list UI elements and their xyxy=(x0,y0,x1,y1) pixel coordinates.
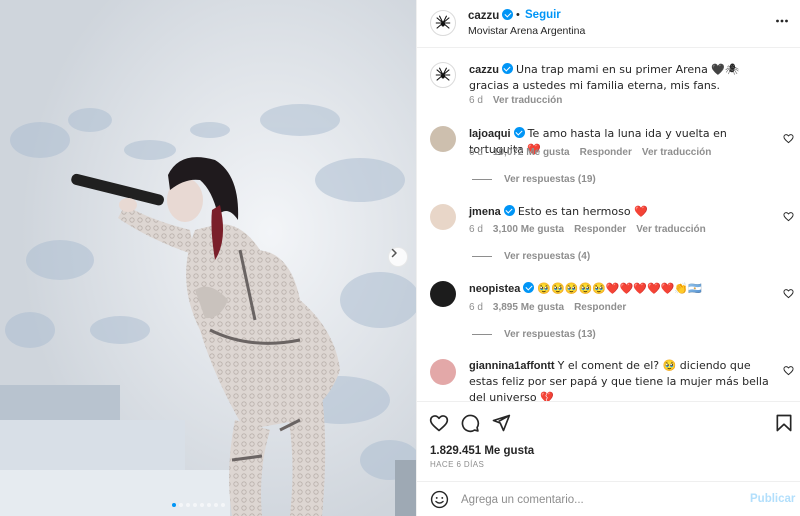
comment-text: neopistea 🥹🥹🥹🥹🥹❤️❤️❤️❤️❤️👏🇦🇷 xyxy=(469,281,769,297)
carousel-dot xyxy=(186,503,190,507)
view-replies-label: Ver respuestas (4) xyxy=(504,251,591,262)
replies-line xyxy=(472,179,492,180)
next-slide-button[interactable] xyxy=(388,247,408,267)
follow-button[interactable]: Seguir xyxy=(525,9,561,21)
more-options-button[interactable] xyxy=(775,14,789,31)
bookmark-icon[interactable] xyxy=(774,413,794,433)
carousel-dot xyxy=(221,503,225,507)
carousel-dot xyxy=(172,503,176,507)
reply-button[interactable]: Responder xyxy=(574,224,626,235)
comments-list[interactable]: cazzu Una trap mami en su primer Arena 🖤… xyxy=(417,49,800,401)
carousel-dot xyxy=(214,503,218,507)
separator-dot: • xyxy=(516,9,520,21)
comment-text: giannina1affontt Y el coment de el? 🥹 di… xyxy=(469,358,769,401)
concert-photo xyxy=(0,0,416,516)
chevron-right-icon xyxy=(391,248,397,258)
comment-content: Esto es tan hermoso ❤️ xyxy=(517,205,648,218)
send-icon[interactable] xyxy=(491,413,511,433)
reply-button[interactable]: Responder xyxy=(580,147,632,158)
caption-time[interactable]: 6 d xyxy=(469,95,483,106)
add-comment-bar: Publicar xyxy=(417,481,800,516)
comment-meta: 6 d 3,895 Me gusta Responder xyxy=(469,302,626,313)
see-translation-link[interactable]: Ver traducción xyxy=(642,147,711,158)
commenter-avatar[interactable] xyxy=(430,359,456,385)
comment-like-icon[interactable] xyxy=(783,133,794,144)
author-username[interactable]: cazzu xyxy=(468,9,514,22)
see-translation-link[interactable]: Ver traducción xyxy=(493,95,562,106)
comment-meta: 6 d 10,072 Me gusta Responder Ver traduc… xyxy=(469,147,711,158)
location-link[interactable]: Movistar Arena Argentina xyxy=(468,25,585,37)
comment-likes[interactable]: 3,100 Me gusta xyxy=(493,224,564,235)
carousel-dot xyxy=(200,503,204,507)
carousel-dot xyxy=(207,503,211,507)
comment-username[interactable]: giannina1affontt xyxy=(469,360,555,372)
see-translation-link[interactable]: Ver traducción xyxy=(636,224,705,235)
post-header: cazzu • Seguir Movistar Arena Argentina xyxy=(417,0,800,48)
verified-badge-icon xyxy=(513,127,525,138)
comment-likes[interactable]: 10,072 Me gusta xyxy=(493,147,570,158)
author-avatar[interactable] xyxy=(430,10,456,36)
post-media[interactable] xyxy=(0,0,416,516)
comment-meta: 6 d 3,100 Me gusta Responder Ver traducc… xyxy=(469,224,706,235)
commenter-avatar[interactable] xyxy=(430,204,456,230)
carousel-dot xyxy=(179,503,183,507)
post-actions: 1.829.451 Me gusta HACE 6 DÍAS Publicar xyxy=(417,401,800,516)
comment-username[interactable]: neopistea xyxy=(469,282,535,295)
emoji-icon[interactable] xyxy=(430,490,449,509)
comment-like-icon[interactable] xyxy=(783,365,794,376)
spider-logo-icon xyxy=(435,15,451,29)
caption-avatar[interactable] xyxy=(430,62,456,88)
verified-badge-icon xyxy=(502,9,514,20)
comment-icon[interactable] xyxy=(460,413,480,433)
view-replies-button[interactable]: Ver respuestas (13) xyxy=(472,329,596,340)
caption-username[interactable]: cazzu xyxy=(469,63,513,76)
comment-text: jmena Esto es tan hermoso ❤️ xyxy=(469,204,769,220)
post-comment-button[interactable]: Publicar xyxy=(750,493,795,505)
comment-input[interactable] xyxy=(461,491,741,509)
commenter-avatar[interactable] xyxy=(430,281,456,307)
comment-content: 🥹🥹🥹🥹🥹❤️❤️❤️❤️❤️👏🇦🇷 xyxy=(537,282,702,295)
spider-logo-icon xyxy=(435,67,451,81)
comment-username[interactable]: lajoaqui xyxy=(469,127,525,140)
comment-like-icon[interactable] xyxy=(783,211,794,222)
comment-likes[interactable]: 3,895 Me gusta xyxy=(493,302,564,313)
caption-text: cazzu Una trap mami en su primer Arena 🖤… xyxy=(469,62,769,94)
verified-badge-icon xyxy=(501,63,513,74)
reply-button[interactable]: Responder xyxy=(574,302,626,313)
post-details-panel: cazzu • Seguir Movistar Arena Argentina … xyxy=(416,0,800,516)
view-replies-button[interactable]: Ver respuestas (19) xyxy=(472,174,596,185)
comment-time[interactable]: 6 d xyxy=(469,147,483,158)
commenter-avatar[interactable] xyxy=(430,126,456,152)
caption-meta: 6 d Ver traducción xyxy=(469,95,562,106)
more-horizontal-icon xyxy=(776,19,788,23)
post-time[interactable]: HACE 6 DÍAS xyxy=(430,460,484,469)
carousel-dot xyxy=(193,503,197,507)
comment-time[interactable]: 6 d xyxy=(469,224,483,235)
likes-count[interactable]: 1.829.451 Me gusta xyxy=(430,445,534,457)
heart-icon[interactable] xyxy=(429,413,449,433)
replies-line xyxy=(472,256,492,257)
verified-badge-icon xyxy=(523,282,535,293)
comment-username[interactable]: jmena xyxy=(469,205,515,218)
view-replies-button[interactable]: Ver respuestas (4) xyxy=(472,251,590,262)
comment-like-icon[interactable] xyxy=(783,288,794,299)
replies-line xyxy=(472,334,492,335)
view-replies-label: Ver respuestas (19) xyxy=(504,174,596,185)
verified-badge-icon xyxy=(503,205,515,216)
comment-time[interactable]: 6 d xyxy=(469,302,483,313)
carousel-indicator xyxy=(172,503,225,507)
view-replies-label: Ver respuestas (13) xyxy=(504,329,596,340)
